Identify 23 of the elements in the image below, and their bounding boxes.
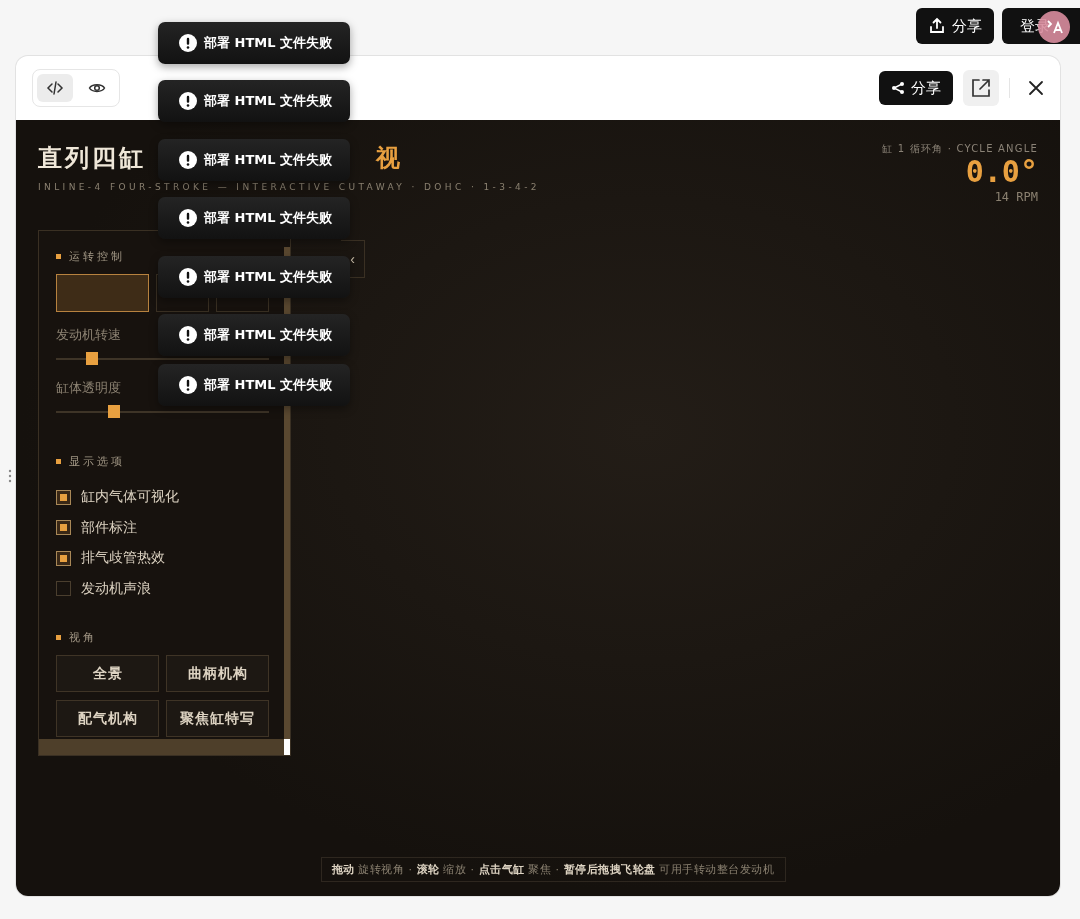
toast-message: 部署 HTML 文件失败 xyxy=(204,268,333,286)
page-subtitle: INLINE-4 FOUR-STROKE — INTERACTIVE CUTAWAY · DOHC · 1-3-4-2 xyxy=(38,182,540,192)
toast-message: 部署 HTML 文件失败 xyxy=(204,209,333,227)
page-title: 视 xyxy=(376,143,403,174)
toast-message: 部署 HTML 文件失败 xyxy=(204,34,333,52)
usage-hint: 拖动 旋转视角 · 滚轮 缩放 · 点击气缸 聚焦 · 暂停后拖拽飞轮盘 可用手转动整台发动机 xyxy=(320,857,786,882)
toast-message: 部署 HTML 文件失败 xyxy=(204,326,333,344)
cycle-angle: 0.0° xyxy=(964,156,1038,188)
option-label: 排气歧管热效 xyxy=(81,549,165,568)
toast-message: 部署 HTML 文件失败 xyxy=(204,92,333,110)
section-heading: 运转控制 xyxy=(69,248,125,264)
slider-label: 发动机转速 xyxy=(56,326,121,344)
section-heading: 显示选项 xyxy=(69,453,125,469)
slider-label: 缸体透明度 xyxy=(56,379,121,397)
rpm-readout: 14 RPM xyxy=(993,190,1038,204)
option-label: 发动机声浪 xyxy=(81,579,151,598)
section-heading: 视角 xyxy=(69,629,97,645)
page-title: 直列四缸 xyxy=(38,143,146,174)
toast-message: 部署 HTML 文件失败 xyxy=(204,376,333,394)
option-label: 部件标注 xyxy=(81,518,137,537)
toast-message: 部署 HTML 文件失败 xyxy=(204,151,333,169)
readout-caption: 缸 1 循环角 · CYCLE ANGLE xyxy=(882,142,1038,156)
option-label: 缸内气体可视化 xyxy=(81,488,179,507)
